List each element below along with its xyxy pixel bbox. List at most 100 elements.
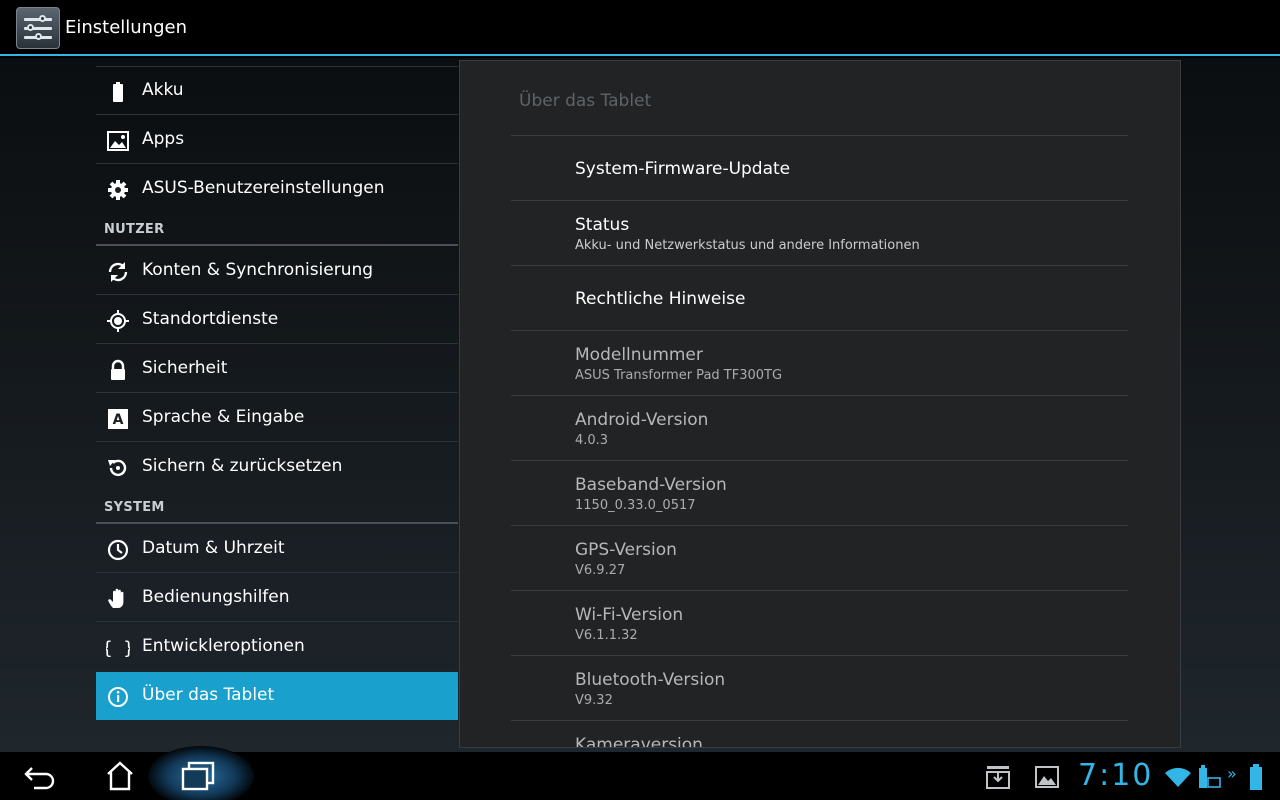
menu-item-date-time[interactable]: Datum & Uhrzeit	[96, 525, 458, 573]
home-icon	[107, 761, 133, 791]
menu-item-accounts-sync[interactable]: Konten & Synchronisierung	[96, 247, 458, 295]
braces-icon: { }	[106, 638, 130, 659]
menu-item-location[interactable]: Standortdienste	[96, 296, 458, 344]
svg-text:A: A	[113, 412, 124, 428]
keyboard-battery-icon	[1199, 765, 1221, 788]
svg-text:{ }: { }	[106, 638, 130, 659]
pref-bluetooth-version: Bluetooth-Version V9.32	[575, 670, 725, 708]
divider	[511, 265, 1128, 266]
lock-icon	[111, 359, 125, 380]
pref-title: Baseband-Version	[575, 475, 727, 495]
pref-summary: ASUS Transformer Pad TF300TG	[575, 368, 783, 383]
pref-title: GPS-Version	[575, 540, 677, 560]
menu-item-accessibility[interactable]: Bedienungshilfen	[96, 574, 458, 622]
battery-icon	[113, 82, 123, 102]
apps-icon	[107, 131, 129, 151]
pref-summary: V9.32	[575, 693, 613, 708]
pref-title: Rechtliche Hinweise	[575, 289, 746, 309]
menu-item-label: Sicherheit	[142, 358, 228, 378]
pref-summary: 1150_0.33.0_0517	[575, 498, 696, 513]
section-header-system: SYSTEM	[96, 492, 458, 524]
menu-item-label: Entwickleroptionen	[142, 636, 305, 656]
app-title: Einstellungen	[65, 17, 188, 38]
divider	[511, 460, 1128, 461]
pref-baseband-version: Baseband-Version 1150_0.33.0_0517	[575, 475, 727, 513]
language-icon: A	[108, 409, 128, 429]
menu-item-akku[interactable]: Akku	[96, 67, 458, 115]
main-area: Akku Apps ASUS-Benutzereinstellungen NUT…	[0, 58, 1280, 752]
location-icon	[107, 310, 129, 332]
system-bar: 7:10 »	[0, 746, 1280, 800]
home-button[interactable]	[100, 758, 140, 794]
menu-item-label: Bedienungshilfen	[142, 587, 290, 607]
menu-item-asus-settings[interactable]: ASUS-Benutzereinstellungen	[96, 165, 458, 213]
menu-item-label: Über das Tablet	[142, 685, 275, 705]
detail-title: Über das Tablet	[519, 91, 652, 111]
divider	[511, 200, 1128, 201]
divider	[511, 525, 1128, 526]
pref-status[interactable]: Status Akku- und Netzwerkstatus und ande…	[575, 215, 920, 253]
pref-summary: 4.0.3	[575, 433, 609, 448]
pref-summary: V6.9.27	[575, 563, 626, 578]
pref-android-version[interactable]: Android-Version 4.0.3	[575, 410, 708, 448]
pref-camera-version: Kameraversion	[575, 735, 703, 748]
section-header-user: NUTZER	[96, 214, 458, 246]
clock[interactable]: 7:10	[1078, 758, 1153, 793]
hand-icon	[108, 588, 124, 608]
gear-icon	[108, 180, 128, 200]
pref-title: Android-Version	[575, 410, 709, 430]
menu-item-label: Sprache & Eingabe	[142, 407, 305, 427]
pref-firmware-update[interactable]: System-Firmware-Update	[575, 159, 790, 179]
wifi-icon	[1165, 767, 1191, 787]
divider	[511, 590, 1128, 591]
divider	[511, 135, 1128, 136]
pref-legal-info[interactable]: Rechtliche Hinweise	[575, 289, 745, 309]
pref-gps-version: GPS-Version V6.9.27	[575, 540, 677, 578]
menu-item-about-tablet[interactable]: Über das Tablet	[96, 672, 458, 720]
pref-model-number: Modellnummer ASUS Transformer Pad TF300T…	[575, 345, 782, 383]
back-button[interactable]	[20, 758, 60, 794]
clock-icon	[107, 539, 129, 561]
settings-list: Akku Apps ASUS-Benutzereinstellungen NUT…	[96, 58, 458, 752]
menu-item-label: Konten & Synchronisierung	[142, 260, 374, 280]
recent-apps-button[interactable]	[178, 758, 218, 794]
divider	[511, 655, 1128, 656]
download-notification-icon[interactable]	[985, 764, 1011, 790]
menu-item-security[interactable]: Sicherheit	[96, 345, 458, 393]
action-bar: Einstellungen	[0, 0, 1280, 56]
back-icon	[24, 767, 55, 790]
divider	[511, 395, 1128, 396]
detail-panel: Über das Tablet System-Firmware-Update S…	[459, 60, 1181, 748]
chevron-right-icon: »	[1227, 764, 1237, 783]
menu-item-language-input[interactable]: A Sprache & Eingabe	[96, 394, 458, 442]
menu-item-label: Datum & Uhrzeit	[142, 538, 285, 558]
section-header-label: NUTZER	[104, 222, 165, 237]
menu-item-developer-options[interactable]: { } Entwickleroptionen	[96, 623, 458, 671]
divider	[511, 330, 1128, 331]
pref-summary: Akku- und Netzwerkstatus und andere Info…	[575, 238, 920, 253]
recent-apps-icon	[181, 761, 215, 791]
screenshot-notification-icon[interactable]	[1035, 766, 1059, 788]
pref-wifi-version: Wi-Fi-Version V6.1.1.32	[575, 605, 683, 643]
menu-item-label: Standortdienste	[142, 309, 279, 329]
pref-title: Status	[575, 215, 630, 235]
menu-item-label: Sichern & zurücksetzen	[142, 456, 343, 476]
pref-title: Wi-Fi-Version	[575, 605, 684, 625]
menu-item-apps[interactable]: Apps	[96, 116, 458, 164]
pref-title: Kameraversion	[575, 735, 703, 748]
pref-title: Modellnummer	[575, 345, 703, 365]
menu-item-label: Apps	[142, 129, 185, 149]
menu-item-label: ASUS-Benutzereinstellungen	[142, 178, 385, 198]
pref-summary: V6.1.1.32	[575, 628, 638, 643]
sync-icon	[108, 262, 128, 282]
restore-icon	[108, 459, 127, 477]
battery-status-icon	[1250, 764, 1262, 790]
pref-title: System-Firmware-Update	[575, 159, 791, 179]
divider	[511, 720, 1128, 721]
menu-item-label: Akku	[142, 80, 184, 100]
menu-item-backup-reset[interactable]: Sichern & zurücksetzen	[96, 443, 458, 491]
settings-app-icon[interactable]	[16, 7, 60, 49]
section-header-label: SYSTEM	[104, 500, 165, 515]
info-icon	[108, 687, 128, 707]
pref-title: Bluetooth-Version	[575, 670, 726, 690]
